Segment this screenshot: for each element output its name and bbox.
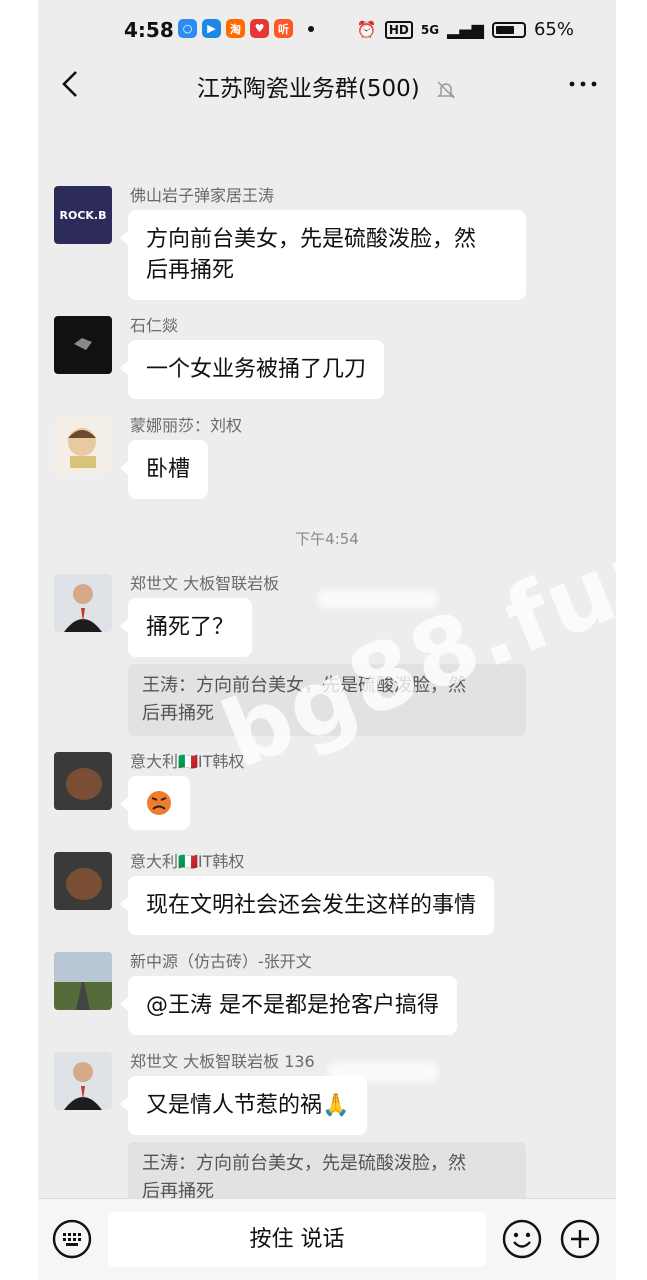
sender-name[interactable]: 新中源（仿古砖）-张开文 <box>130 948 312 972</box>
status-time: 4:58 <box>124 18 174 42</box>
chat-title-wrap: 江苏陶瓷业务群(500) <box>38 69 616 103</box>
avatar-logo-text: ROCK.B <box>59 208 107 222</box>
sender-name[interactable]: 意大利🇮🇹IT韩权 <box>130 848 244 872</box>
battery-percent: 65% <box>533 19 574 40</box>
message-item: 意大利🇮🇹IT韩权 <box>54 752 614 842</box>
more-options-icon[interactable] <box>566 72 600 96</box>
chat-input-bar: 按住 说话 <box>38 1198 616 1280</box>
avatar[interactable]: ROCK.B <box>54 186 112 244</box>
emoji-icon[interactable] <box>502 1219 542 1259</box>
status-bar: 4:58 ○ ▶ 淘 ♥ 听 ⏰ HD 5G ▂▄▆ 65% <box>38 0 616 58</box>
notification-icons: ○ ▶ 淘 ♥ 听 <box>178 19 314 38</box>
avatar[interactable] <box>54 316 112 374</box>
message-bubble[interactable]: 一个女业务被捅了几刀 <box>119 340 385 399</box>
quoted-reply[interactable]: 王涛：方向前台美女，先是硫酸泼脸，然 后再捅死 <box>128 664 526 736</box>
chat-title: 江苏陶瓷业务群(500) <box>196 76 420 102</box>
avatar[interactable] <box>54 574 112 632</box>
avatar[interactable] <box>54 752 112 810</box>
chat-screen: 4:58 ○ ▶ 淘 ♥ 听 ⏰ HD 5G ▂▄▆ 65% 江苏陶瓷业务群(5… <box>38 0 616 1280</box>
listen-app-icon: 听 <box>274 19 293 38</box>
message-item: 新中源（仿古砖）-张开文 @王涛 是不是都是抢客户搞得 <box>54 952 614 1042</box>
sender-name[interactable]: 意大利🇮🇹IT韩权 <box>130 748 244 772</box>
message-item: 意大利🇮🇹IT韩权 现在文明社会还会发生这样的事情 <box>54 852 614 942</box>
status-right: ⏰ HD 5G ▂▄▆ 65% <box>357 19 574 40</box>
message-item: 蒙娜丽莎：刘权 卧槽 <box>54 416 614 506</box>
emoji-message-bubble[interactable] <box>120 776 190 830</box>
chat-header: 江苏陶瓷业务群(500) <box>38 58 616 110</box>
hold-to-talk-button[interactable]: 按住 说话 <box>108 1212 486 1267</box>
message-bubble[interactable]: @王涛 是不是都是抢客户搞得 <box>120 976 457 1035</box>
plus-icon[interactable] <box>560 1219 600 1259</box>
signal-bars-icon: ▂▄▆ <box>447 20 484 39</box>
avatar-road-image <box>54 952 112 1010</box>
message-bubble[interactable]: 方向前台美女，先是硫酸泼脸，然 后再捅死 <box>120 210 526 300</box>
avatar-dog-image <box>54 752 112 810</box>
sender-name[interactable]: 蒙娜丽莎：刘权 <box>130 412 242 436</box>
keyboard-icon[interactable] <box>52 1219 92 1259</box>
avatar[interactable] <box>54 952 112 1010</box>
hd-icon: HD <box>384 20 413 39</box>
message-bubble[interactable]: 又是情人节惹的祸🙏 <box>119 1076 368 1135</box>
app-notification-icon: ▶ <box>202 19 221 38</box>
battery-icon <box>491 21 526 38</box>
message-item: 石仁燚 一个女业务被捅了几刀 <box>54 316 614 399</box>
taobao-icon: 淘 <box>226 19 245 38</box>
more-notifications-dot <box>308 25 314 32</box>
sender-name[interactable]: 佛山岩子弹家居王涛 <box>130 182 274 206</box>
sender-name[interactable]: 郑世文 大板智联岩板 136 <box>130 1048 315 1072</box>
avatar-portrait-image <box>64 584 102 632</box>
alarm-icon: ⏰ <box>356 20 377 39</box>
app-notification-icon: ♥ <box>250 19 269 38</box>
privacy-blur <box>328 1062 438 1082</box>
angry-face-emoji-icon <box>147 791 171 815</box>
sender-name[interactable]: 石仁燚 <box>130 312 178 336</box>
avatar[interactable] <box>54 852 112 910</box>
message-item: ROCK.B 佛山岩子弹家居王涛 方向前台美女，先是硫酸泼脸，然 后再捅死 <box>54 186 614 300</box>
signal-icon: 5G <box>420 22 440 37</box>
avatar-cartoon-image <box>68 428 96 468</box>
message-bubble[interactable]: 捅死了？ <box>119 598 253 657</box>
privacy-blur <box>318 590 438 608</box>
message-bubble[interactable]: 现在文明社会还会发生这样的事情 <box>119 876 495 935</box>
sender-name[interactable]: 郑世文 大板智联岩板 <box>130 570 279 594</box>
time-divider: 下午4:54 <box>295 530 359 548</box>
avatar-dog-image <box>54 852 112 910</box>
avatar-portrait-image <box>64 1062 102 1110</box>
app-notification-icon: ○ <box>178 19 197 38</box>
avatar[interactable] <box>54 416 112 474</box>
avatar-image <box>74 338 92 350</box>
mute-bell-icon <box>437 80 455 99</box>
avatar[interactable] <box>54 1052 112 1110</box>
message-bubble[interactable]: 卧槽 <box>119 440 209 499</box>
